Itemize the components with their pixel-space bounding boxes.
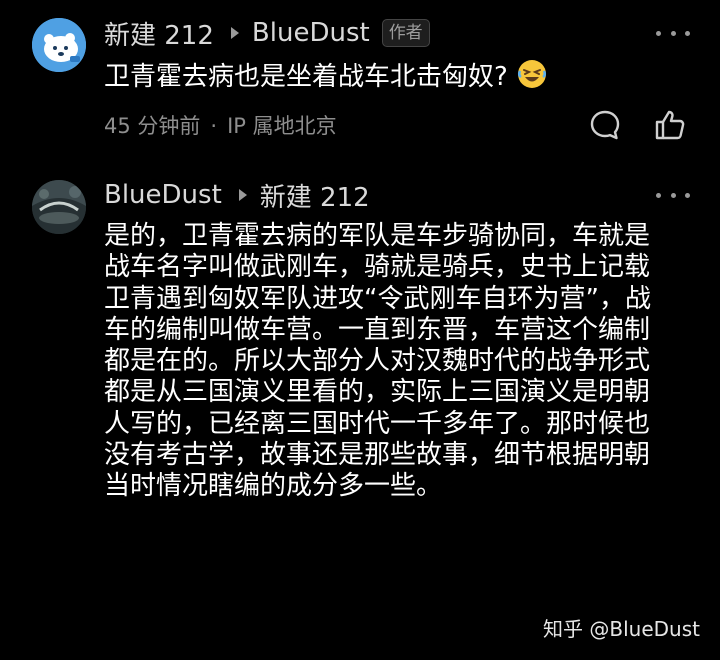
reply-to-name[interactable]: BlueDust	[252, 18, 370, 48]
reply-arrow-icon	[238, 189, 247, 201]
comment-text: 是的，卫青霍去病的军队是车步骑协同，车就是战车名字叫做武刚车，骑就是骑兵，史书上…	[104, 221, 651, 502]
avatar-landscape-icon	[32, 180, 86, 234]
comment-text-content: 卫青霍去病也是坐着战车北击匈奴?	[104, 62, 508, 92]
meta-separator: ·	[210, 114, 218, 138]
avatar[interactable]	[32, 180, 86, 234]
reply-to-name[interactable]: 新建 212	[260, 177, 370, 214]
more-options-icon[interactable]	[656, 190, 690, 200]
comment-text: 卫青霍去病也是坐着战车北击匈奴?	[104, 58, 674, 93]
author-name[interactable]: 新建 212	[104, 15, 214, 52]
avatar[interactable]	[32, 18, 86, 72]
thumbs-up-icon[interactable]	[653, 108, 687, 142]
watermark: 知乎 @BlueDust	[543, 617, 700, 641]
comment-item: 新建 212 BlueDust 作者 卫青霍去病也是坐着战车北击匈奴? 45 分…	[0, 0, 720, 165]
author-badge: 作者	[381, 19, 430, 47]
comment-bubble-icon[interactable]	[588, 108, 622, 142]
avatar-bear-icon	[32, 18, 86, 72]
reply-arrow-icon	[230, 27, 239, 39]
comment-meta: 45 分钟前 · IP 属地北京	[104, 110, 337, 140]
comment-header: 新建 212 BlueDust 作者	[104, 15, 430, 51]
rofl-emoji-icon	[517, 60, 546, 88]
more-options-icon[interactable]	[656, 28, 690, 38]
timestamp: 45 分钟前	[104, 114, 201, 138]
comment-header: BlueDust 新建 212	[104, 177, 370, 213]
author-name[interactable]: BlueDust	[104, 180, 222, 210]
comment-item: BlueDust 新建 212 是的，卫青霍去病的军队是车步骑协同，车就是战车名…	[0, 165, 720, 660]
ip-location: IP 属地北京	[227, 114, 337, 138]
